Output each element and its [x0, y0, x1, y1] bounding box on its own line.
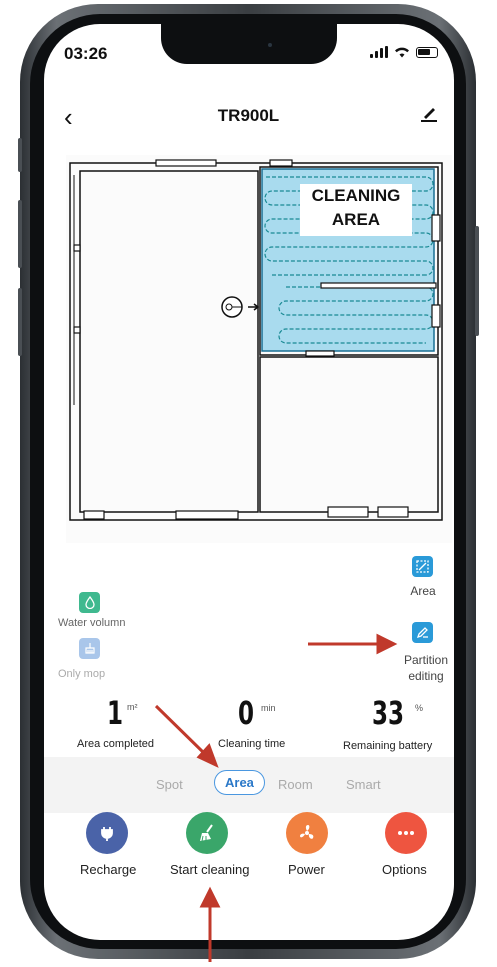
- annotation-arrows: [154, 633, 398, 962]
- arrow-to-area-mode: [154, 704, 208, 757]
